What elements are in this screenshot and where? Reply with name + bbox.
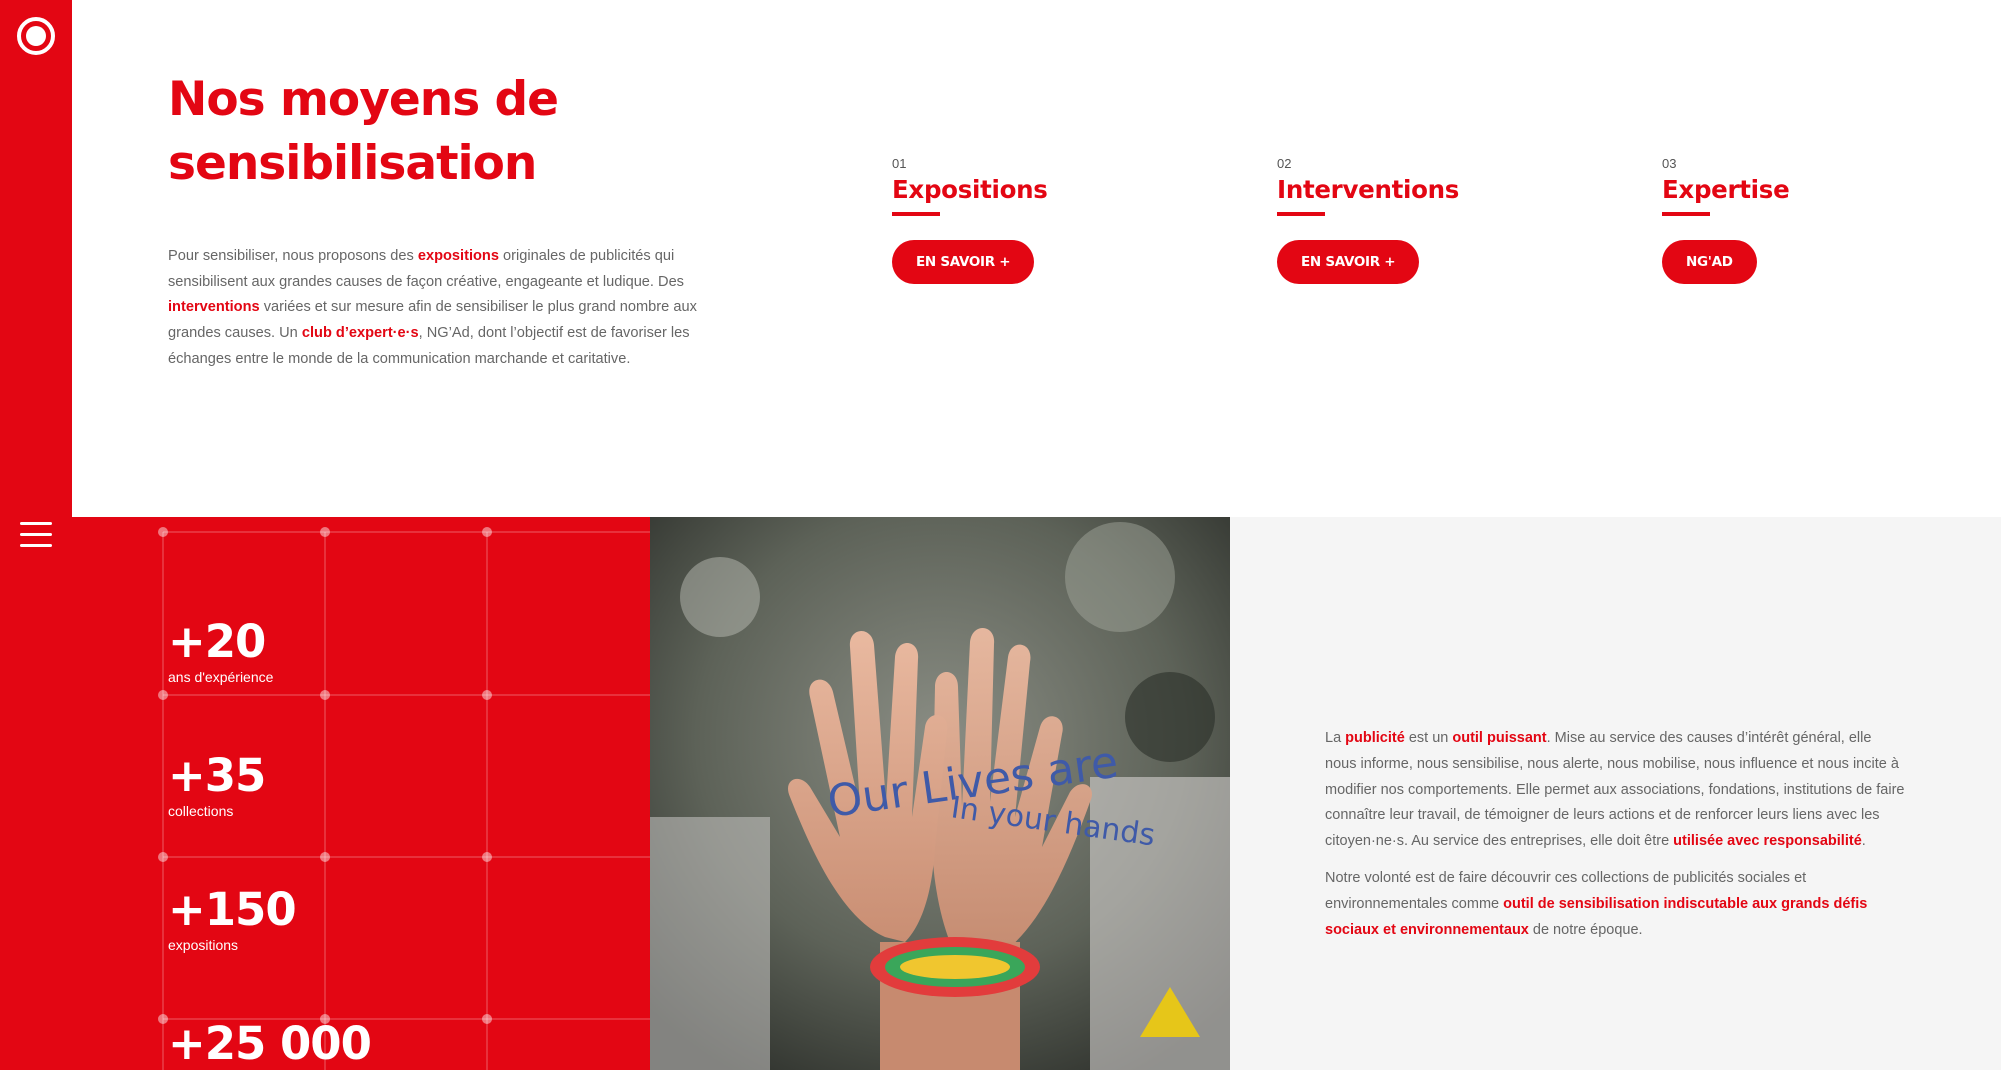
column-number: 03 <box>1662 156 1677 171</box>
stat-label: collections <box>168 803 234 819</box>
intro-link-club[interactable]: club d’expert·e·s <box>302 325 419 341</box>
stat-label: ans d'expérience <box>168 669 274 685</box>
column-expositions: 01 Expositions EN SAVOIR + <box>892 156 1152 284</box>
column-underline <box>892 212 940 216</box>
description-panel: La publicité est un outil puissant. Mise… <box>1230 517 2001 1070</box>
interventions-learn-more-button[interactable]: EN SAVOIR + <box>1277 240 1420 284</box>
stat-visitors: +25 000 <box>168 1017 372 1070</box>
circle-logo-icon[interactable] <box>17 17 55 55</box>
title-line-2: sensibilisation <box>168 136 537 191</box>
stats-panel: +20 ans d'expérience +35 collections +15… <box>72 517 650 1070</box>
stat-experience: +20 ans d'expérience <box>168 616 273 686</box>
text: . Mise au service des causes d’intérêt g… <box>1325 730 1905 850</box>
intro-link-interventions[interactable]: interventions <box>168 299 260 315</box>
text: est un <box>1404 730 1453 746</box>
hands-photo: Our Lives are In your hands <box>650 517 1230 1070</box>
column-expertise: 03 Expertise NG'AD <box>1662 156 1922 284</box>
page-title: Nos moyens de sensibilisation <box>168 68 688 196</box>
description-paragraph-2: Notre volonté est de faire découvrir ces… <box>1325 866 1905 943</box>
hands-illustration: Our Lives are In your hands <box>650 517 1230 1070</box>
column-number: 01 <box>892 156 907 171</box>
intro-paragraph: Pour sensibiliser, nous proposons des ex… <box>168 244 746 373</box>
menu-line <box>20 522 52 525</box>
stat-label: expositions <box>168 937 239 953</box>
stat-value: +150 <box>168 883 297 936</box>
stat-value: +25 000 <box>168 1017 372 1070</box>
text: . <box>1861 833 1866 850</box>
column-title: Interventions <box>1277 175 1460 204</box>
column-interventions: 02 Interventions EN SAVOIR + <box>1277 156 1537 284</box>
ngad-button[interactable]: NG'AD <box>1662 240 1757 284</box>
highlight: publicité <box>1345 730 1405 746</box>
column-title: Expositions <box>892 175 1048 204</box>
stat-collections: +35 collections <box>168 749 266 820</box>
column-underline <box>1662 212 1710 216</box>
text: La <box>1325 730 1346 746</box>
intro-link-expositions[interactable]: expositions <box>418 248 499 264</box>
title-line-1: Nos moyens de <box>168 72 559 127</box>
decorative-grid <box>158 527 650 1070</box>
intro-text: Pour sensibiliser, nous proposons des <box>168 248 418 264</box>
column-title: Expertise <box>1662 175 1790 204</box>
stat-expositions: +150 expositions <box>168 883 297 954</box>
highlight: utilisée avec responsabilité <box>1673 833 1862 850</box>
stat-value: +35 <box>168 749 266 802</box>
expositions-learn-more-button[interactable]: EN SAVOIR + <box>892 240 1035 284</box>
highlight: outil puissant <box>1452 730 1547 746</box>
sidebar <box>0 0 72 1070</box>
menu-line <box>20 544 52 547</box>
logo-dot <box>26 26 46 46</box>
column-number: 02 <box>1277 156 1292 171</box>
hamburger-menu-icon[interactable] <box>20 522 52 548</box>
menu-line <box>20 533 52 536</box>
text: de notre époque. <box>1528 921 1643 938</box>
description-paragraph-1: La publicité est un outil puissant. Mise… <box>1325 726 1905 855</box>
column-underline <box>1277 212 1325 216</box>
stat-value: +20 <box>168 615 266 668</box>
